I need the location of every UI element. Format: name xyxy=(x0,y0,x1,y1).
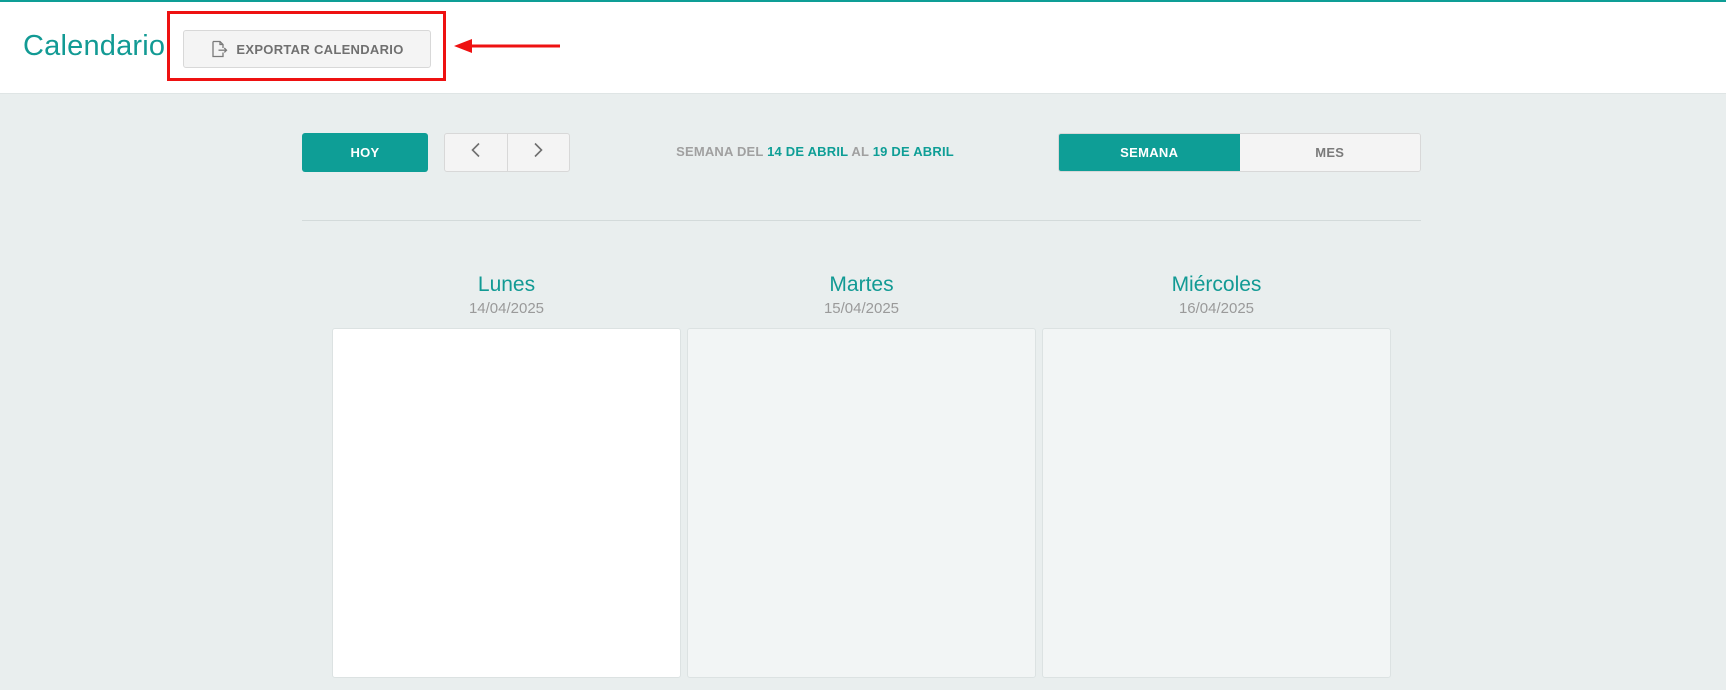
day-date: 14/04/2025 xyxy=(468,300,545,317)
day-name: Lunes xyxy=(477,273,536,296)
view-week-button[interactable]: SEMANA xyxy=(1059,134,1240,171)
view-month-button[interactable]: MES xyxy=(1239,134,1420,171)
week-mid: AL xyxy=(851,144,869,159)
week-start-date: 14 DE ABRIL xyxy=(767,144,849,159)
day-name: Martes xyxy=(829,273,894,296)
chevron-right-icon xyxy=(532,142,544,163)
day-date: 15/04/2025 xyxy=(823,300,900,317)
day-cell-today[interactable] xyxy=(332,328,681,678)
today-button[interactable]: HOY xyxy=(302,133,428,172)
page-title: Calendario xyxy=(23,30,166,62)
divider xyxy=(302,220,1421,221)
week-prefix: SEMANA DEL xyxy=(676,144,764,159)
day-cell[interactable] xyxy=(1042,328,1391,678)
day-column-wednesday: Miércoles 16/04/2025 xyxy=(1042,272,1391,678)
week-end-date: 19 DE ABRIL xyxy=(872,144,954,159)
day-name: Miércoles xyxy=(1171,273,1262,296)
day-cell[interactable] xyxy=(687,328,1036,678)
view-toggle: SEMANA MES xyxy=(1058,133,1421,172)
day-column-monday: Lunes 14/04/2025 xyxy=(332,272,681,678)
next-week-button[interactable] xyxy=(506,134,570,171)
week-navigation xyxy=(444,133,570,172)
previous-week-button[interactable] xyxy=(445,134,507,171)
chevron-left-icon xyxy=(470,142,482,163)
day-date: 16/04/2025 xyxy=(1178,300,1255,317)
annotation-highlight-box xyxy=(167,11,446,81)
day-column-tuesday: Martes 15/04/2025 xyxy=(687,272,1036,678)
week-range-label: SEMANA DEL 14 DE ABRIL AL 19 DE ABRIL xyxy=(620,144,1010,159)
annotation-arrow xyxy=(454,39,560,53)
